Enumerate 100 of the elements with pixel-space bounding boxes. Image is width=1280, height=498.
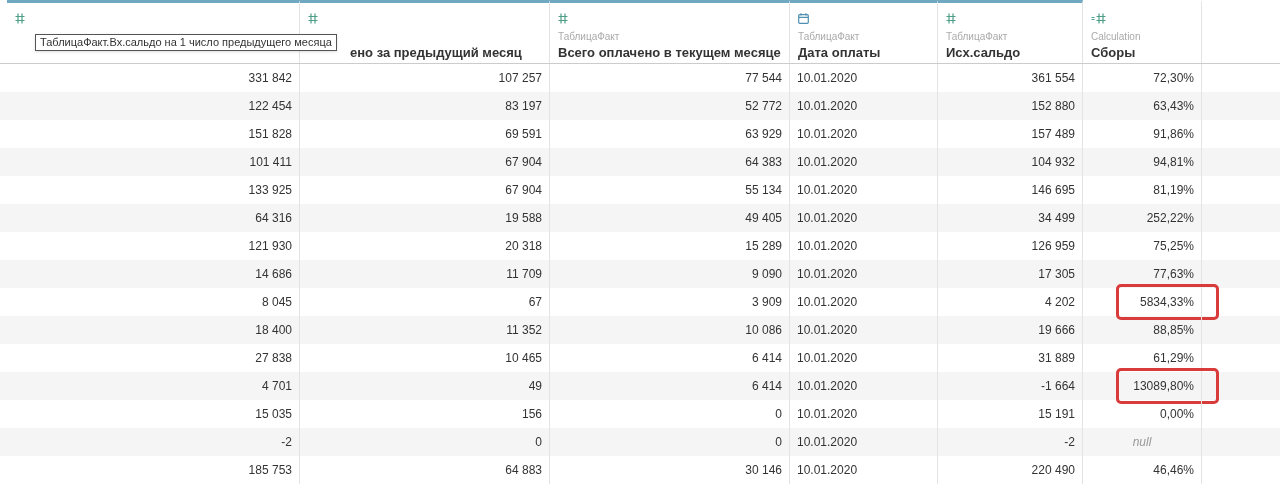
column-title: Исх.сальдо xyxy=(946,44,1021,62)
table-cell-text: 83 197 xyxy=(505,98,542,115)
table-cell-text: -2 xyxy=(281,434,292,451)
table-cell-text: 94,81% xyxy=(1153,154,1194,171)
table-cell-text: 4 202 xyxy=(1044,294,1075,311)
calendar-icon xyxy=(798,13,809,24)
table-cell-text: 63,43% xyxy=(1153,98,1194,115)
table-cell-text: 11 352 xyxy=(506,322,542,339)
table-cell-text: 101 411 xyxy=(249,154,292,171)
table-cell-text: 361 554 xyxy=(1031,70,1075,87)
table-cell-text: 10.01.2020 xyxy=(797,322,858,339)
table-cell-text: 151 828 xyxy=(248,126,292,143)
table-cell-text: 5834,33% xyxy=(1139,294,1194,311)
table-cell-text: 185 753 xyxy=(248,462,292,479)
table-cell-text: 10.01.2020 xyxy=(797,350,858,367)
column-title: Всего оплачено в текущем месяце xyxy=(558,44,781,62)
table-cell-text: 10.01.2020 xyxy=(797,70,858,87)
table-cell-text: 6 414 xyxy=(751,350,782,367)
table-cell-text: 10.01.2020 xyxy=(797,294,858,311)
table-cell-text: 3 909 xyxy=(751,294,782,311)
table-cell-text: 152 880 xyxy=(1031,98,1075,115)
table-cell-text: 88,85% xyxy=(1153,322,1194,339)
table-cell-text: 10.01.2020 xyxy=(797,378,858,395)
table-cell-text: 9 090 xyxy=(751,266,782,283)
table-cell-text: 10.01.2020 xyxy=(797,238,858,255)
table-cell-text: 0,00% xyxy=(1159,406,1194,423)
number-type-icon xyxy=(308,13,318,24)
table-cell-text: 10.01.2020 xyxy=(797,154,858,171)
tooltip: ТаблицаФакт.Вх.сальдо на 1 число предыдущего месяца xyxy=(35,34,337,51)
table-cell-text: 10.01.2020 xyxy=(797,266,858,283)
column-title: Дата оплаты xyxy=(798,44,881,62)
table-cell-text: 10.01.2020 xyxy=(797,462,858,479)
table-cell-text: 10 465 xyxy=(505,350,542,367)
table-cell-text: 30 146 xyxy=(745,462,782,479)
table-cell-text: 19 588 xyxy=(505,210,542,227)
table-cell-text: 67 904 xyxy=(505,154,542,171)
table-cell-text: 6 414 xyxy=(751,378,782,395)
table-cell-text: 17 305 xyxy=(1038,266,1075,283)
null-value: null xyxy=(1132,434,1152,451)
table-cell-text: 4 701 xyxy=(261,378,292,395)
table-cell-text: 122 454 xyxy=(248,98,292,115)
table-cell-text: 10 086 xyxy=(745,322,782,339)
column-source: Calculation xyxy=(1091,31,1141,43)
table-cell-text: 10.01.2020 xyxy=(797,126,858,143)
table-cell-text: 19 666 xyxy=(1038,322,1075,339)
table-cell-text: 64 383 xyxy=(745,154,782,171)
calculated-number-icon xyxy=(1091,13,1106,24)
table-cell-text: 15 035 xyxy=(255,406,292,423)
table-cell-text: 146 695 xyxy=(1031,182,1075,199)
column-title: ено за предыдущий месяц xyxy=(350,44,522,62)
table-cell-text: 157 489 xyxy=(1031,126,1075,143)
table-cell-text: 0 xyxy=(535,434,542,451)
table-cell-text: 252,22% xyxy=(1146,210,1194,227)
table-cell-text: 72,30% xyxy=(1153,70,1194,87)
table-cell-text: 69 591 xyxy=(505,126,542,143)
table-cell-text: 64 883 xyxy=(505,462,542,479)
table-cell-text: 10.01.2020 xyxy=(797,434,858,451)
table-cell-text: 46,46% xyxy=(1153,462,1194,479)
column-source: ТаблицаФакт xyxy=(558,31,620,43)
table-cell-text: 8 045 xyxy=(261,294,292,311)
table-cell-text: 27 838 xyxy=(255,350,292,367)
table-cell-text: 75,25% xyxy=(1153,238,1194,255)
table-cell-text: 77,63% xyxy=(1153,266,1194,283)
table-cell-text: 0 xyxy=(775,406,782,423)
table-cell-text: 15 191 xyxy=(1038,406,1075,423)
table-cell-text: 64 316 xyxy=(255,210,292,227)
column-source: ТаблицаФакт xyxy=(798,31,860,43)
table-cell-text: 13089,80% xyxy=(1133,378,1194,395)
table-cell-text: 10.01.2020 xyxy=(797,406,858,423)
table-cell-text: 156 xyxy=(521,406,542,423)
table-cell-text: 107 257 xyxy=(498,70,542,87)
table-cell-text: 10.01.2020 xyxy=(797,182,858,199)
table-cell-text: 18 400 xyxy=(255,322,292,339)
table-cell-text: 67 904 xyxy=(505,182,542,199)
table-cell-text: 91,86% xyxy=(1153,126,1194,143)
table-cell-text: 20 318 xyxy=(505,238,542,255)
table-cell-text: 49 xyxy=(528,378,542,395)
table-cell-text: 81,19% xyxy=(1153,182,1194,199)
table-cell-text: 220 490 xyxy=(1031,462,1075,479)
table-cell-text: 55 134 xyxy=(745,182,782,199)
table-cell-text: 126 959 xyxy=(1031,238,1075,255)
table-cell-text: 0 xyxy=(775,434,782,451)
table-cell-text: 15 289 xyxy=(745,238,782,255)
table-cell-text: 77 544 xyxy=(745,70,782,87)
table-cell-text: 10.01.2020 xyxy=(797,210,858,227)
table-cell-text: -1 664 xyxy=(1040,378,1075,395)
number-type-icon xyxy=(558,13,568,24)
table-cell-text: 63 929 xyxy=(745,126,782,143)
table-cell-text: 331 842 xyxy=(248,70,292,87)
table-cell-text: 34 499 xyxy=(1038,210,1075,227)
column-source: ТаблицаФакт xyxy=(946,31,1008,43)
table-cell-text: 14 686 xyxy=(255,266,292,283)
table-cell-text: 49 405 xyxy=(745,210,782,227)
table-cell-text: 52 772 xyxy=(745,98,782,115)
table-cell-text: 121 930 xyxy=(248,238,292,255)
table-cell-text: 10.01.2020 xyxy=(797,98,858,115)
column-title: Сборы xyxy=(1091,44,1136,62)
table-cell-text: 67 xyxy=(528,294,542,311)
table-cell-text: 11 709 xyxy=(506,266,542,283)
table-cell-text: 104 932 xyxy=(1031,154,1075,171)
